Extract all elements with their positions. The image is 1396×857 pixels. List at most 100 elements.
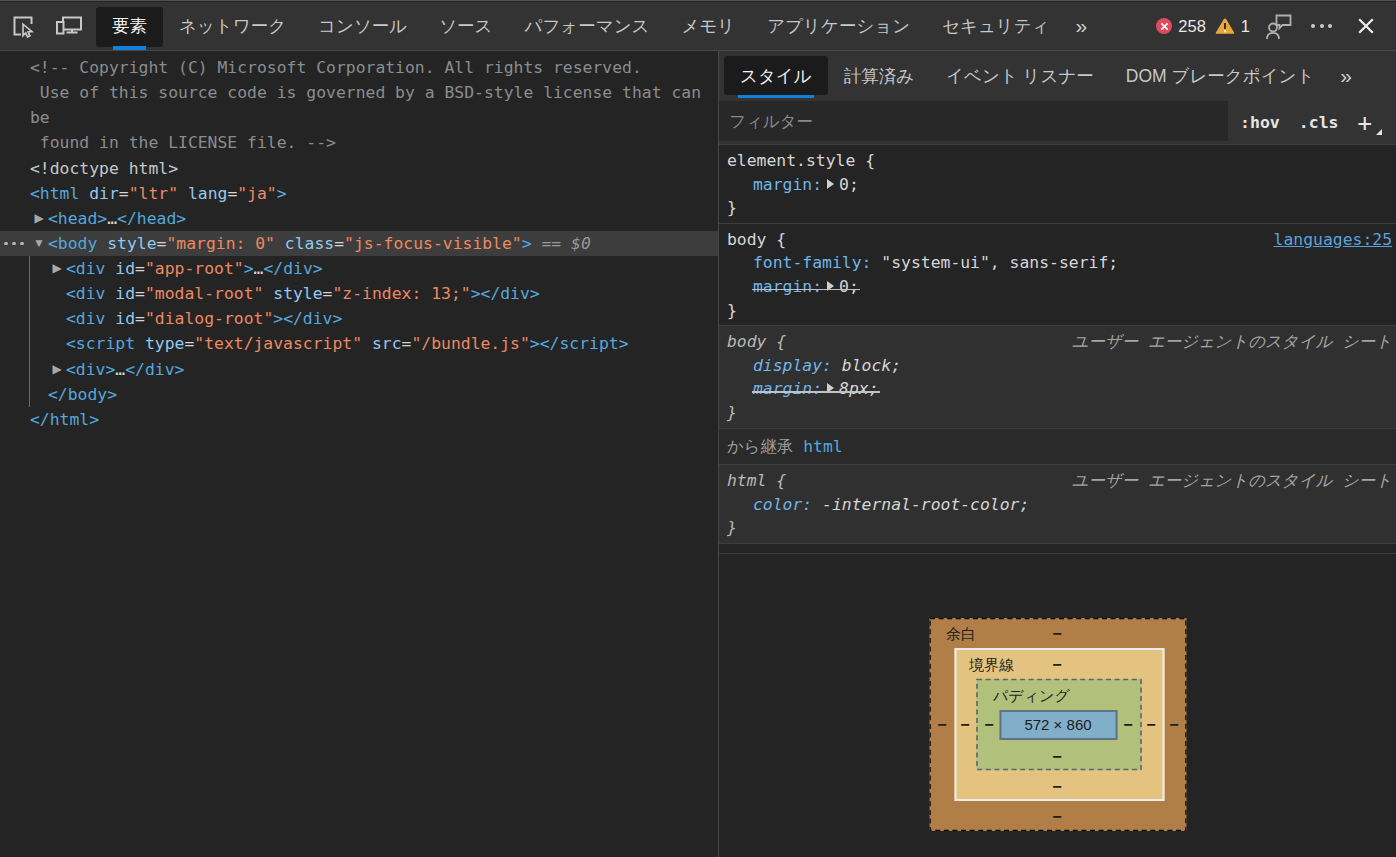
sidebar-more-tabs-button[interactable]: » [1330,51,1362,101]
token-tag: </div> [263,259,322,278]
sidebar-tab-3[interactable]: イベント リスナー [930,51,1110,101]
tree-row[interactable]: <script type="text/javascript" src="/bun… [0,331,718,356]
css-property-value[interactable]: 0; [839,175,859,194]
css-property-value[interactable]: 8px; [839,379,878,398]
new-style-rule-button[interactable]: + [1358,109,1378,137]
tree-row[interactable]: ▶<head>…</head> [0,206,718,231]
panel-tab-2[interactable]: ネットワーク [163,2,302,51]
margin-right-value[interactable]: − [1169,716,1178,734]
css-property-value[interactable]: 0; [839,277,859,296]
warning-badge-icon[interactable] [1215,18,1235,35]
rule-close-brace: } [727,401,1392,425]
sidebar-tab-strip: スタイル計算済みイベント リスナーDOM ブレークポイント» [719,51,1396,101]
css-property[interactable]: font-family: "system-ui", sans-serif; [727,251,1392,275]
rule-selector[interactable]: html { [727,469,786,493]
margin-bottom-value[interactable]: − [1052,808,1061,826]
row-actions-icon[interactable] [4,231,28,256]
stylesheet-link[interactable]: languages:25 [1274,230,1392,249]
shorthand-expander-icon[interactable] [827,179,834,189]
css-property-value[interactable]: -internal-root-color; [822,495,1029,514]
padding-left-value[interactable]: − [984,716,993,734]
box-model-diagram: 572 × 860 余白 境界線 パディング − − − − − − − − −… [929,618,1186,831]
tree-row[interactable]: <html dir="ltr" lang="ja"> [0,181,718,206]
token-val: "js-focus-visible" [344,234,522,253]
css-property-name[interactable]: font-family: [753,253,871,272]
more-options-icon[interactable] [1311,24,1332,28]
sidebar-tab-2[interactable]: 計算済み [828,51,930,101]
css-property[interactable]: margin: 8px; [727,377,1392,401]
border-left-value[interactable]: − [960,716,969,734]
expander-closed-icon[interactable]: ▶ [50,256,64,281]
rule-selector[interactable]: element.style { [727,149,875,173]
shorthand-expander-icon[interactable] [827,281,834,291]
warning-count[interactable]: 1 [1241,17,1250,36]
css-property-name[interactable]: margin: [753,175,822,194]
css-property-name[interactable]: color: [753,495,812,514]
styles-filter-input[interactable] [719,101,1228,141]
panel-tab-6[interactable]: メモリ [666,2,752,51]
token-tag: <script [66,334,135,353]
content-size-label[interactable]: 572 × 860 [1024,716,1091,733]
tree-row[interactable]: ▶<div>…</div> [0,357,718,382]
tree-row[interactable]: <!doctype html> [0,156,718,181]
margin-top-value[interactable]: − [1052,625,1061,643]
sidebar-tab-1[interactable]: スタイル [724,51,828,101]
expander-open-icon[interactable]: ▼ [32,231,46,256]
css-property[interactable]: color: -internal-root-color; [727,493,1392,517]
inherited-node-link[interactable]: html [803,437,842,456]
panel-tab-3[interactable]: コンソール [302,2,423,51]
token-txt: = [135,259,145,278]
border-bottom-value[interactable]: − [1052,778,1061,796]
element-classes-button[interactable]: .cls [1299,113,1339,132]
panel-tab-1[interactable]: 要素 [96,2,163,51]
css-property[interactable]: margin: 0; [727,173,1392,197]
close-devtools-icon[interactable] [1358,18,1374,34]
padding-right-value[interactable]: − [1123,716,1132,734]
token-txt: = [184,334,194,353]
error-badge-icon[interactable] [1156,18,1172,34]
border-top-value[interactable]: − [1052,656,1061,674]
token-val: "dialog-root" [145,309,273,328]
padding-bottom-value[interactable]: − [1052,748,1061,766]
css-property-value[interactable]: "system-ui", sans-serif; [881,253,1118,272]
tree-row[interactable]: <div id="modal-root" style="z-index: 13;… [0,281,718,306]
border-right-value[interactable]: − [1146,716,1155,734]
feedback-icon[interactable] [1266,13,1292,40]
shorthand-expander-icon[interactable] [827,383,834,393]
expander-closed-icon[interactable]: ▶ [50,357,64,382]
inspect-element-icon[interactable] [6,6,40,46]
margin-left-value[interactable]: − [937,716,946,734]
css-property-name[interactable]: margin: [753,379,822,398]
rule-selector[interactable]: body { [727,330,786,354]
panel-tab-7[interactable]: アプリケーション [751,2,926,51]
box-model-content[interactable]: 572 × 860 [999,710,1117,740]
css-property-value[interactable]: block; [842,356,901,375]
css-property-name[interactable]: margin: [753,277,822,296]
rule-selector[interactable]: body { [727,228,786,252]
panel-tab-4[interactable]: ソース [423,2,508,51]
tree-row[interactable]: </html> [0,407,718,432]
tree-row[interactable]: Use of this source code is governed by a… [0,80,718,105]
more-tabs-button[interactable]: » [1066,14,1098,38]
tree-row[interactable]: ▶<div id="app-root">…</div> [0,256,718,281]
tree-row[interactable]: <div id="dialog-root"></div> [0,306,718,331]
expander-closed-icon[interactable]: ▶ [32,206,46,231]
panel-tab-5[interactable]: パフォーマンス [509,2,666,51]
tree-row-selected[interactable]: ▼<body style="margin: 0" class="js-focus… [0,231,718,256]
property-name-text: color [753,495,802,514]
origin-label: ユーザー エージェントのスタイル シート [1072,471,1392,490]
panel-tab-8[interactable]: セキュリティ [926,2,1065,51]
css-property-name[interactable]: display: [753,356,832,375]
token-tag: ></script> [530,334,629,353]
css-property[interactable]: margin: 0; [727,275,1392,299]
css-property[interactable]: display: block; [727,354,1392,378]
tree-row[interactable]: be [0,105,718,130]
toggle-element-state-button[interactable]: :hov [1240,113,1280,132]
tree-row[interactable]: found in the LICENSE file. --> [0,130,718,155]
device-toolbar-icon[interactable] [52,6,86,46]
property-text: margin: 0; [753,175,859,194]
sidebar-tab-4[interactable]: DOM ブレークポイント [1110,51,1331,101]
tree-row[interactable]: <!-- Copyright (C) Microsoft Corporation… [0,55,718,80]
tree-row[interactable]: </body> [0,382,718,407]
error-count[interactable]: 258 [1178,17,1206,36]
